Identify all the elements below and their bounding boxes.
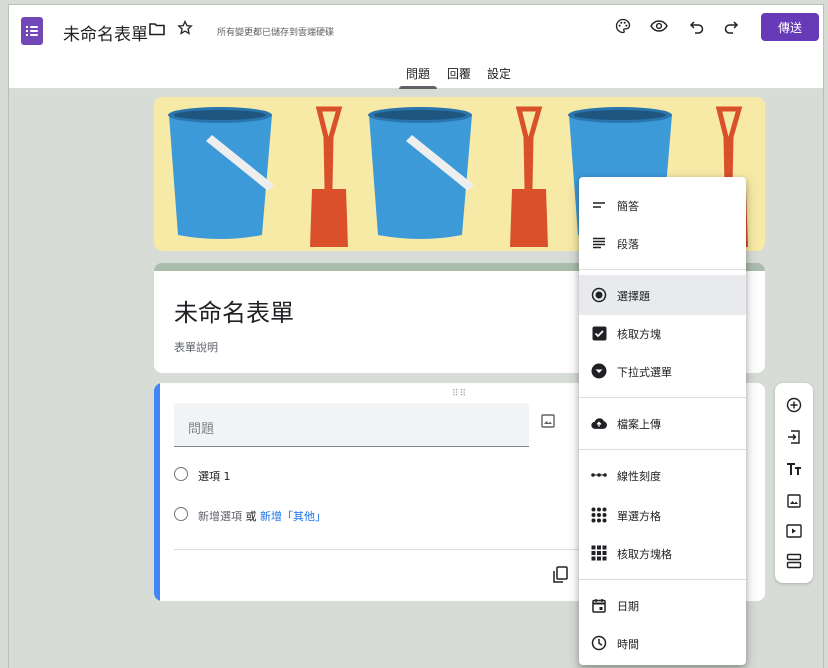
save-status: 所有變更都已儲存到雲端硬碟 <box>217 28 335 38</box>
add-option-row: 新增選項 或 新增「其他」 <box>198 508 326 524</box>
star-icon[interactable] <box>175 18 195 38</box>
form-name[interactable]: 未命名表單 <box>63 20 148 45</box>
menu-item-short-answer[interactable]: 簡答 <box>579 185 746 225</box>
grid-dots-icon <box>591 507 607 523</box>
question-type-menu: 簡答 段落 選擇題 核取方塊 下拉式選單 檔案上傳 線性刻度 單選方格 核取方塊… <box>579 177 746 665</box>
question-footer-divider <box>174 549 614 550</box>
active-card-indicator <box>154 383 160 601</box>
menu-item-dropdown[interactable]: 下拉式選單 <box>579 351 746 391</box>
folder-icon[interactable] <box>147 19 167 39</box>
add-image-icon[interactable] <box>541 413 555 432</box>
add-image-icon[interactable] <box>784 491 804 511</box>
forms-app-icon[interactable] <box>21 17 43 45</box>
menu-item-label: 核取方塊 <box>617 328 661 341</box>
tab-bar: 問題 回覆 設定 <box>9 62 823 89</box>
menu-item-linear-scale[interactable]: 線性刻度 <box>579 455 746 495</box>
undo-icon[interactable] <box>687 17 707 37</box>
menu-item-label: 選擇題 <box>617 290 650 303</box>
question-placeholder: 問題 <box>188 422 215 437</box>
bucket-illustration <box>368 107 474 239</box>
preview-eye-icon[interactable] <box>649 16 669 36</box>
shovel-illustration <box>310 106 348 247</box>
header: 未命名表單 所有變更都已儲存到雲端硬碟 傳送 問題 回覆 設定 <box>9 5 823 89</box>
send-button[interactable]: 傳送 <box>761 13 819 41</box>
palette-icon[interactable] <box>613 16 633 36</box>
menu-item-label: 單選方格 <box>617 510 661 523</box>
add-title-icon[interactable] <box>784 459 804 479</box>
option-radio <box>174 467 188 481</box>
floating-toolbar <box>775 383 813 583</box>
add-other-link[interactable]: 新增「其他」 <box>260 510 326 523</box>
menu-item-label: 簡答 <box>617 200 639 213</box>
shovel-illustration <box>510 106 548 247</box>
menu-item-checkbox-grid[interactable]: 核取方塊格 <box>579 533 746 573</box>
menu-item-time[interactable]: 時間 <box>579 623 746 663</box>
option-1-text[interactable]: 選項 1 <box>198 468 231 484</box>
or-text: 或 <box>245 510 257 523</box>
add-option-link[interactable]: 新增選項 <box>198 510 242 523</box>
drag-handle-icon[interactable]: ⠿⠿ <box>452 389 467 399</box>
redo-icon[interactable] <box>721 17 741 37</box>
menu-divider <box>579 579 746 580</box>
tab-questions[interactable]: 問題 <box>406 65 430 82</box>
calendar-icon <box>591 597 607 613</box>
import-question-icon[interactable] <box>784 427 804 447</box>
radio-icon <box>591 287 607 303</box>
menu-item-multiple-choice-grid[interactable]: 單選方格 <box>579 495 746 535</box>
checkbox-icon <box>591 325 607 341</box>
form-title[interactable]: 未命名表單 <box>174 293 294 328</box>
menu-item-label: 線性刻度 <box>617 470 661 483</box>
menu-item-checkboxes[interactable]: 核取方塊 <box>579 313 746 353</box>
bucket-illustration <box>168 107 274 239</box>
cloud-upload-icon <box>591 415 607 431</box>
app-window: 未命名表單 所有變更都已儲存到雲端硬碟 傳送 問題 回覆 設定 未命名表單 表單… <box>8 4 824 668</box>
tab-settings[interactable]: 設定 <box>487 65 511 82</box>
menu-item-label: 段落 <box>617 238 639 251</box>
add-video-icon[interactable] <box>784 521 804 541</box>
menu-item-label: 檔案上傳 <box>617 418 661 431</box>
short-answer-icon <box>591 197 607 213</box>
menu-divider <box>579 397 746 398</box>
grid-squares-icon <box>591 545 607 561</box>
menu-item-label: 下拉式選單 <box>617 366 672 379</box>
clock-icon <box>591 635 607 651</box>
tab-responses[interactable]: 回覆 <box>447 65 471 82</box>
add-section-icon[interactable] <box>784 551 804 571</box>
menu-divider <box>579 449 746 450</box>
menu-item-paragraph[interactable]: 段落 <box>579 223 746 263</box>
paragraph-icon <box>591 235 607 251</box>
active-tab-indicator <box>399 86 437 89</box>
menu-item-file-upload[interactable]: 檔案上傳 <box>579 403 746 443</box>
menu-divider <box>579 269 746 270</box>
linear-scale-icon <box>591 467 607 483</box>
add-question-icon[interactable] <box>784 395 804 415</box>
menu-item-label: 時間 <box>617 638 639 651</box>
form-description[interactable]: 表單說明 <box>174 339 218 355</box>
menu-item-multiple-choice[interactable]: 選擇題 <box>579 275 746 315</box>
duplicate-icon[interactable] <box>552 566 568 588</box>
dropdown-icon <box>591 363 607 379</box>
menu-item-date[interactable]: 日期 <box>579 585 746 625</box>
menu-item-label: 核取方塊格 <box>617 548 672 561</box>
add-option-radio <box>174 507 188 521</box>
question-input[interactable]: 問題 <box>174 403 529 447</box>
menu-item-label: 日期 <box>617 600 639 613</box>
